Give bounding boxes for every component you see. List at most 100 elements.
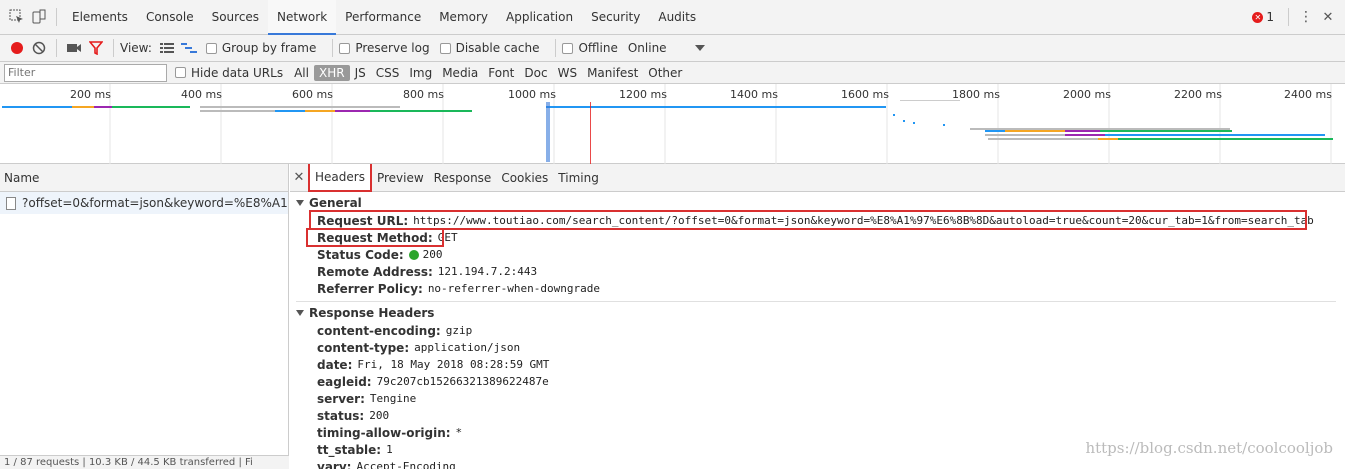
request-list: Name ?offset=0&format=json&keyword=%E8%A… xyxy=(0,164,289,469)
header-row-server: server: Tengine xyxy=(317,390,416,407)
separator xyxy=(332,39,334,57)
timeline-tick-label: 2400 ms xyxy=(1284,88,1332,101)
tab-security[interactable]: Security xyxy=(582,0,649,35)
response-headers-toggle[interactable]: Response Headers xyxy=(296,305,434,321)
inspect-element-icon[interactable] xyxy=(6,6,28,28)
tab-response[interactable]: Response xyxy=(429,171,497,185)
header-row-status: status: 200 xyxy=(317,407,389,424)
error-counter[interactable]: ✕ 1 xyxy=(1252,10,1274,24)
document-icon xyxy=(6,196,16,210)
header-row-content-encoding: content-encoding: gzip xyxy=(317,322,472,339)
waterfall-view-icon[interactable] xyxy=(178,37,200,59)
tab-headers[interactable]: Headers xyxy=(308,164,372,192)
header-row-date: date: Fri, 18 May 2018 08:28:59 GMT xyxy=(317,356,549,373)
type-filter-font[interactable]: Font xyxy=(483,65,519,81)
disable-cache-checkbox[interactable]: Disable cache xyxy=(439,41,539,55)
tab-elements[interactable]: Elements xyxy=(63,0,137,35)
type-filter-img[interactable]: Img xyxy=(404,65,437,81)
request-bars xyxy=(2,100,1333,164)
timeline-tick-label: 1200 ms xyxy=(619,88,667,101)
timeline-tick-label: 1000 ms xyxy=(508,88,556,101)
general-section: General xyxy=(296,195,362,211)
header-key: Remote Address: xyxy=(317,264,433,279)
header-value: GET xyxy=(437,231,458,244)
type-filter-manifest[interactable]: Manifest xyxy=(582,65,643,81)
response-headers-title: Response Headers xyxy=(309,306,435,320)
separator xyxy=(555,39,557,57)
tab-sources[interactable]: Sources xyxy=(203,0,268,35)
clear-icon[interactable] xyxy=(28,37,50,59)
timeline-tick-label: 400 ms xyxy=(181,88,222,101)
timeline-tick-label: 200 ms xyxy=(70,88,111,101)
tab-audits[interactable]: Audits xyxy=(649,0,705,35)
header-key: server: xyxy=(317,391,365,406)
type-filter-all[interactable]: All xyxy=(289,65,314,81)
header-row-request-url: Request URL: https://www.toutiao.com/sea… xyxy=(317,212,1314,229)
tab-cookies[interactable]: Cookies xyxy=(496,171,553,185)
tab-application[interactable]: Application xyxy=(497,0,582,35)
timeline-tick-label: 2200 ms xyxy=(1174,88,1222,101)
timeline-tick-label: 1800 ms xyxy=(952,88,1000,101)
tab-performance[interactable]: Performance xyxy=(336,0,430,35)
header-key: timing-allow-origin: xyxy=(317,425,451,440)
type-filter-js[interactable]: JS xyxy=(350,65,371,81)
separator xyxy=(56,8,57,26)
header-row-request-method: Request Method: GET xyxy=(317,229,458,246)
network-overview-timeline[interactable]: 200 ms 400 ms 600 ms 800 ms 1000 ms 1200… xyxy=(0,84,1345,164)
chevron-down-icon[interactable] xyxy=(694,45,705,51)
expand-triangle-icon xyxy=(296,200,304,206)
header-key: content-type: xyxy=(317,340,410,355)
timeline-tick-label: 800 ms xyxy=(403,88,444,101)
network-filter-bar: Hide data URLs All XHR JS CSS Img Media … xyxy=(0,62,1345,84)
more-options-icon[interactable]: ⋮ xyxy=(1295,6,1317,28)
checkbox-box xyxy=(205,42,217,54)
type-filter-xhr[interactable]: XHR xyxy=(313,64,350,81)
timeline-tick-label: 1600 ms xyxy=(841,88,889,101)
timeline-tick-label: 2000 ms xyxy=(1063,88,1111,101)
preserve-log-checkbox[interactable]: Preserve log xyxy=(339,41,430,55)
type-filter-ws[interactable]: WS xyxy=(553,65,582,81)
header-key: Request URL: xyxy=(317,213,409,228)
tab-preview[interactable]: Preview xyxy=(372,171,429,185)
filter-input[interactable] xyxy=(4,63,167,82)
group-by-frame-checkbox[interactable]: Group by frame xyxy=(205,41,316,55)
separator xyxy=(1288,8,1289,26)
record-icon[interactable] xyxy=(6,37,28,59)
type-filter-doc[interactable]: Doc xyxy=(519,65,552,81)
header-value: * xyxy=(455,426,463,439)
offline-checkbox[interactable]: Offline xyxy=(562,41,618,55)
header-row-content-type: content-type: application/json xyxy=(317,339,520,356)
header-row-remote-address: Remote Address: 121.194.7.2:443 xyxy=(317,263,537,280)
header-value: 200 xyxy=(422,248,443,261)
throttling-select[interactable]: Online xyxy=(628,41,667,55)
filter-icon[interactable] xyxy=(85,37,107,59)
device-toolbar-icon[interactable] xyxy=(28,6,50,28)
type-filter-other[interactable]: Other xyxy=(643,65,687,81)
tab-console[interactable]: Console xyxy=(137,0,203,35)
network-toolbar: View: Group by frame Preserve log Disabl… xyxy=(0,35,1345,62)
detail-tab-bar: ✕ Headers Preview Response Cookies Timin… xyxy=(290,164,1345,192)
checkbox-box xyxy=(562,42,574,54)
close-icon[interactable]: ✕ xyxy=(1317,6,1339,28)
timeline-tick-label: 1400 ms xyxy=(730,88,778,101)
table-row[interactable]: ?offset=0&format=json&keyword=%E8%A1%9..… xyxy=(0,192,288,214)
watermark: https://blog.csdn.net/coolcooljob xyxy=(1085,439,1333,457)
hide-data-urls-checkbox[interactable]: Hide data URLs xyxy=(175,66,283,80)
tab-timing[interactable]: Timing xyxy=(553,171,604,185)
general-section-toggle[interactable]: General xyxy=(296,195,362,211)
type-filter-css[interactable]: CSS xyxy=(371,65,405,81)
close-detail-icon[interactable]: ✕ xyxy=(290,170,308,185)
type-filter-media[interactable]: Media xyxy=(437,65,483,81)
tab-network[interactable]: Network xyxy=(268,0,337,35)
header-row-timing-allow-origin: timing-allow-origin: * xyxy=(317,424,462,441)
header-row-status-code: Status Code: 200 xyxy=(317,246,443,263)
tab-memory[interactable]: Memory xyxy=(430,0,497,35)
large-rows-icon[interactable] xyxy=(156,37,178,59)
header-value: gzip xyxy=(445,324,473,337)
status-ok-icon xyxy=(408,249,419,260)
name-column-header[interactable]: Name xyxy=(0,164,288,192)
header-key: Referrer Policy: xyxy=(317,281,423,296)
screenshot-camera-icon[interactable] xyxy=(63,37,85,59)
header-key: Status Code: xyxy=(317,247,404,262)
separator xyxy=(113,39,114,57)
